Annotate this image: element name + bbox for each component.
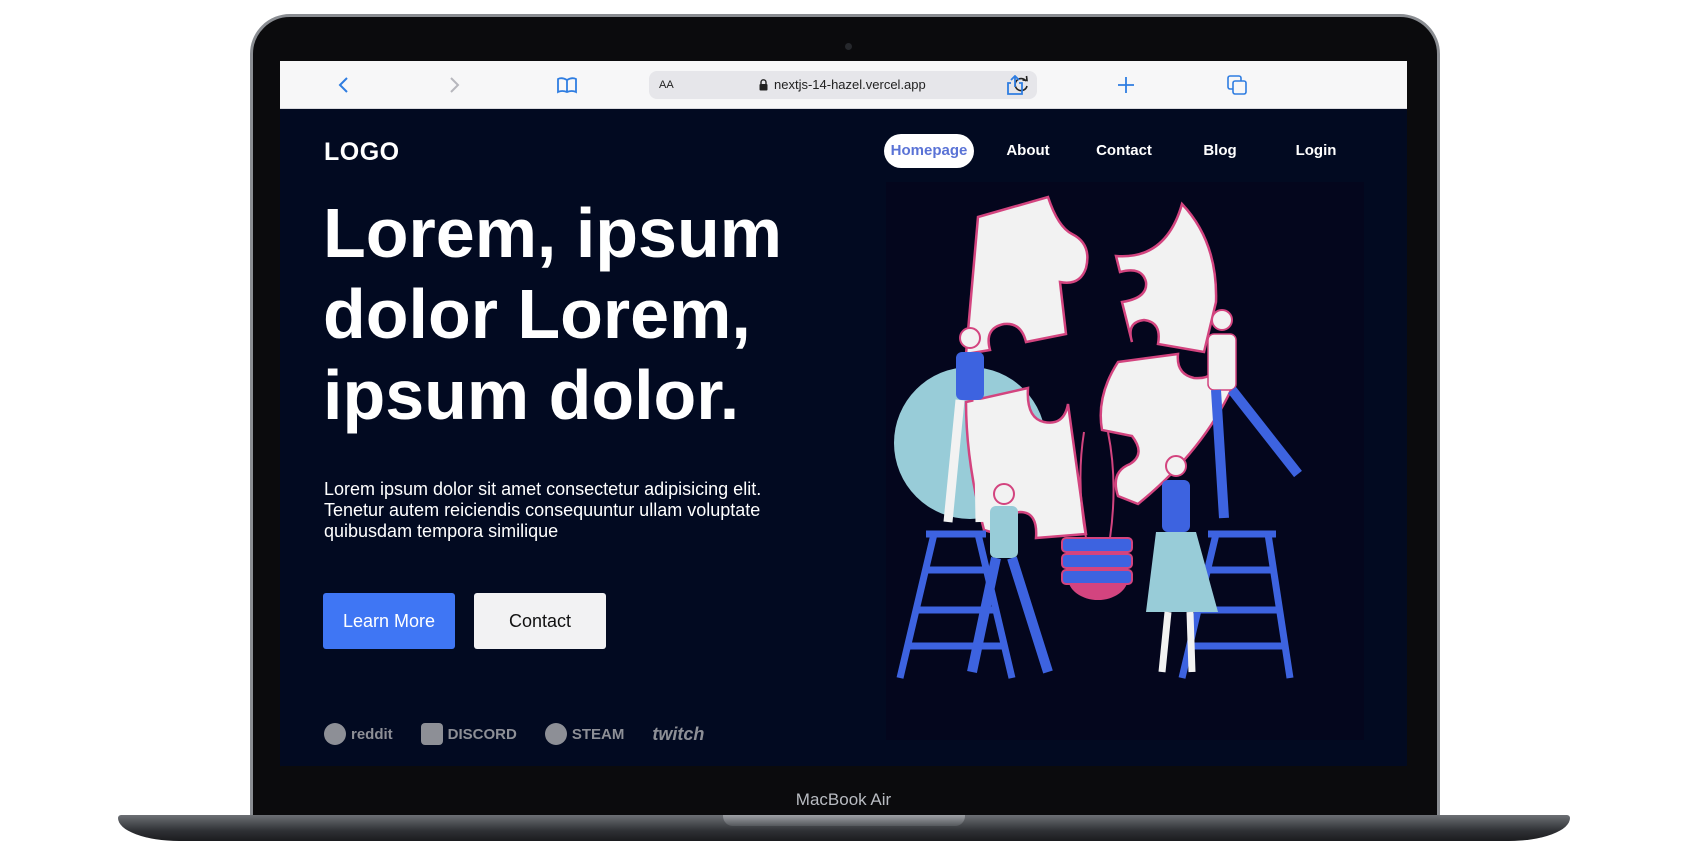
share-icon[interactable] xyxy=(1004,74,1026,96)
discord-icon xyxy=(420,723,443,745)
nav-about[interactable]: About xyxy=(980,134,1076,168)
learn-more-button[interactable]: Learn More xyxy=(323,593,455,649)
puzzle-piece-top-right xyxy=(1114,201,1218,354)
discord-logo: DISCORD xyxy=(420,723,517,745)
model-label: MacBook Air xyxy=(795,790,892,809)
nav-contact[interactable]: Contact xyxy=(1076,134,1172,168)
laptop-base xyxy=(118,815,1570,841)
tabs-icon[interactable] xyxy=(1226,74,1248,96)
site-logo[interactable]: LOGO xyxy=(324,138,400,167)
chevron-left-icon[interactable] xyxy=(333,74,355,96)
steam-wordmark: STEAM xyxy=(571,725,625,743)
nav-blog[interactable]: Blog xyxy=(1172,134,1268,168)
laptop-screen: AA nextjs-14-hazel.vercel.app LOGO Homep… xyxy=(280,61,1407,766)
steam-logo: STEAM xyxy=(544,723,625,745)
chevron-right-icon[interactable] xyxy=(443,74,465,96)
reddit-logo: reddit xyxy=(324,723,393,745)
puzzle-piece-top-left xyxy=(964,195,1089,356)
website: LOGO Homepage About Contact Blog Login L… xyxy=(280,108,1407,766)
reddit-wordmark: reddit xyxy=(351,725,393,743)
url-display: nextjs-14-hazel.vercel.app xyxy=(759,77,926,92)
book-icon[interactable] xyxy=(556,74,578,96)
main-nav: Homepage About Contact Blog Login xyxy=(884,134,1364,168)
puzzle-illustration xyxy=(894,195,1302,679)
lightbulb-ring-3 xyxy=(1061,569,1133,585)
address-bar[interactable]: AA nextjs-14-hazel.vercel.app xyxy=(649,71,1037,99)
plus-icon[interactable] xyxy=(1115,74,1137,96)
lock-icon xyxy=(759,78,768,90)
twitch-logo: twitch xyxy=(652,724,704,745)
person-top-right xyxy=(1207,309,1302,519)
brand-logos: reddit DISCORD STEAM twitch xyxy=(324,723,704,745)
hero-title: Lorem, ipsum dolor Lorem, ipsum dolor. xyxy=(323,194,782,434)
nav-login[interactable]: Login xyxy=(1268,134,1364,168)
nav-homepage[interactable]: Homepage xyxy=(884,134,974,168)
discord-wordmark: DISCORD xyxy=(447,725,517,743)
text-size-button[interactable]: AA xyxy=(659,79,674,91)
reddit-icon xyxy=(324,723,346,745)
lightbulb-ring-2 xyxy=(1061,553,1133,569)
browser-toolbar: AA nextjs-14-hazel.vercel.app xyxy=(280,61,1407,109)
camera-icon xyxy=(845,43,852,50)
twitch-wordmark: twitch xyxy=(652,723,705,744)
lightbulb-ring-1 xyxy=(1061,537,1133,553)
steam-icon xyxy=(544,723,567,745)
hero-illustration xyxy=(886,182,1364,740)
hero-description: Lorem ipsum dolor sit amet consectetur a… xyxy=(324,479,762,541)
laptop-notch xyxy=(723,815,965,826)
contact-button[interactable]: Contact xyxy=(474,593,606,649)
url-text: nextjs-14-hazel.vercel.app xyxy=(774,77,926,92)
